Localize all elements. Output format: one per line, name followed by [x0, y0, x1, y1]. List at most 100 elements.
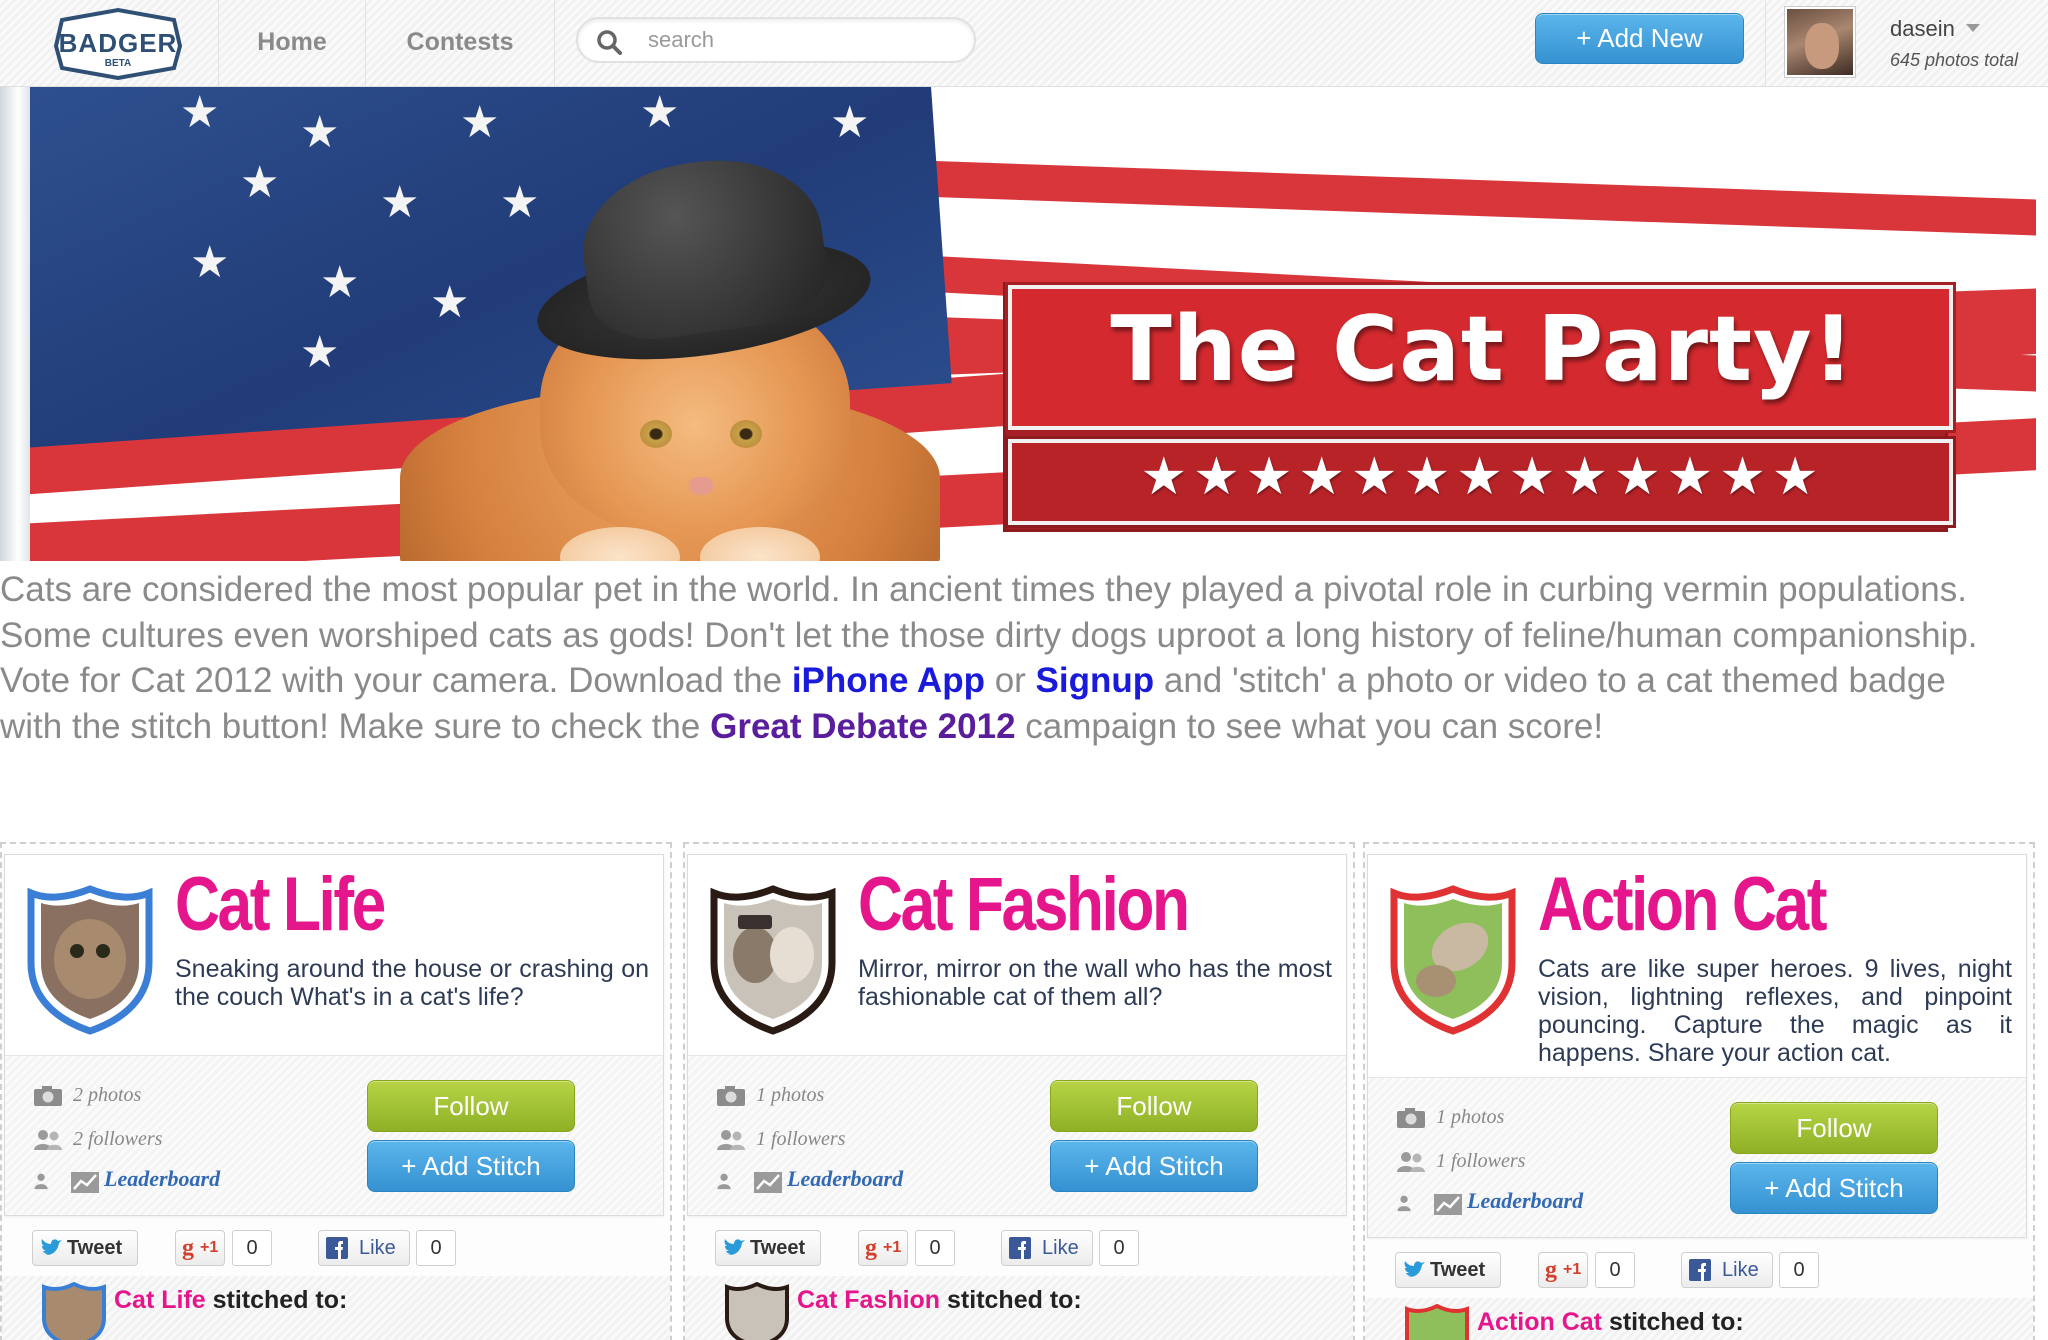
badger-logo[interactable]: BADGER BETA	[50, 6, 186, 82]
facebook-like-button[interactable]: Like	[318, 1230, 410, 1266]
tweet-label: Tweet	[1430, 1259, 1486, 1281]
search-input[interactable]	[648, 25, 948, 55]
facebook-like-button[interactable]: Like	[1681, 1252, 1773, 1288]
stitched-badge-name[interactable]: Action Cat	[1477, 1308, 1602, 1336]
flag-star-icon: ★	[180, 88, 220, 137]
chart-icon	[71, 1172, 99, 1194]
search-box[interactable]	[576, 17, 976, 63]
facebook-like-count: 0	[1779, 1252, 1819, 1288]
user-avatar[interactable]	[1785, 7, 1855, 77]
badge-card-column: Cat Life Sneaking around the house or cr…	[0, 842, 672, 1340]
avatar-face	[1805, 23, 1839, 69]
leaderboard-link[interactable]: Leaderboard	[787, 1166, 903, 1191]
badge-card: Cat Life Sneaking around the house or cr…	[4, 854, 664, 1216]
stitched-to-row: Cat Fashion stitched to:	[685, 1276, 1353, 1340]
followers-count-text: 2 followers	[73, 1128, 163, 1150]
follow-button[interactable]: Follow	[1050, 1080, 1258, 1132]
card-title[interactable]: Cat Life	[175, 861, 386, 948]
google-plus-icon: g	[865, 1235, 877, 1261]
cat-fashion-thumbnail-icon[interactable]	[725, 1282, 789, 1340]
followers-count: 2 followers	[33, 1128, 162, 1151]
google-plus-button[interactable]: g +1	[1538, 1252, 1588, 1288]
logo-text: BADGER	[58, 28, 178, 58]
tweet-button[interactable]: Tweet	[32, 1230, 138, 1266]
camera-icon	[717, 1086, 745, 1107]
card-title[interactable]: Action Cat	[1538, 861, 1827, 948]
stitched-suffix: stitched to:	[940, 1286, 1082, 1314]
leaderboard-link[interactable]: Leaderboard	[1467, 1188, 1583, 1213]
twitter-bird-icon	[41, 1239, 62, 1255]
stitched-suffix: stitched to:	[1602, 1308, 1744, 1336]
contest-banner: ★ ★ ★ ★ ★ ★ ★ ★ ★ ★ ★ ★ The Cat Party! ★…	[0, 87, 2036, 561]
photos-total: 645 photos total	[1890, 50, 2019, 70]
badge-card-column: Cat Fashion Mirror, mirror on the wall w…	[683, 842, 1355, 1340]
google-plus-count: 0	[232, 1230, 272, 1266]
great-debate-link[interactable]: Great Debate 2012	[710, 707, 1015, 746]
action-cat-badge-icon[interactable]	[1390, 885, 1516, 1035]
flag-star-icon: ★	[460, 98, 500, 147]
google-plus-label: +1	[1563, 1261, 1582, 1278]
stitched-badge-name[interactable]: Cat Fashion	[797, 1286, 940, 1314]
chart-icon	[1434, 1194, 1462, 1216]
leaderboard-link[interactable]: Leaderboard	[104, 1166, 220, 1191]
people-icon	[717, 1130, 745, 1151]
cat-life-thumbnail-icon[interactable]	[42, 1282, 106, 1340]
nav-contests[interactable]: Contests	[365, 0, 555, 87]
photos-count: 2 photos	[33, 1084, 141, 1107]
stitched-to-text: Cat Life stitched to:	[114, 1286, 347, 1315]
tweet-button[interactable]: Tweet	[715, 1230, 821, 1266]
like-label: Like	[359, 1237, 396, 1259]
iphone-app-link[interactable]: iPhone App	[792, 661, 985, 700]
leaderboard-row: Leaderboard	[33, 1166, 220, 1194]
badge-card: Cat Fashion Mirror, mirror on the wall w…	[687, 854, 1347, 1216]
camera-icon	[1397, 1108, 1425, 1129]
username[interactable]: dasein	[1890, 16, 1955, 42]
badge-card: Action Cat Cats are like super heroes. 9…	[1367, 854, 2027, 1238]
people-icon	[34, 1130, 62, 1151]
add-stitch-button[interactable]: + Add Stitch	[367, 1140, 575, 1192]
flag-star-icon: ★	[380, 178, 420, 227]
add-stitch-button[interactable]: + Add Stitch	[1050, 1140, 1258, 1192]
camera-icon	[34, 1086, 62, 1107]
like-label: Like	[1722, 1259, 1759, 1281]
tweet-label: Tweet	[67, 1237, 123, 1259]
stitched-to-row: Action Cat stitched to:	[1365, 1298, 2033, 1340]
follow-button[interactable]: Follow	[367, 1080, 575, 1132]
google-plus-button[interactable]: g +1	[175, 1230, 225, 1266]
google-plus-label: +1	[883, 1239, 902, 1256]
add-new-button[interactable]: + Add New	[1535, 13, 1744, 64]
facebook-like-button[interactable]: Like	[1001, 1230, 1093, 1266]
photos-count: 1 photos	[716, 1084, 824, 1107]
flag-star-icon: ★	[320, 258, 360, 307]
description-text: or	[984, 661, 1036, 700]
google-plus-button[interactable]: g +1	[858, 1230, 908, 1266]
signup-link[interactable]: Signup	[1036, 661, 1155, 700]
google-plus-count: 0	[1595, 1252, 1635, 1288]
stitched-badge-name[interactable]: Cat Life	[114, 1286, 206, 1314]
twitter-bird-icon	[1404, 1261, 1425, 1277]
flag-star-icon: ★	[300, 108, 340, 157]
user-divider	[1765, 0, 1766, 87]
follow-button[interactable]: Follow	[1730, 1102, 1938, 1154]
followers-count: 1 followers	[716, 1128, 845, 1151]
person-icon	[34, 1174, 48, 1190]
followers-count-text: 1 followers	[1436, 1150, 1526, 1172]
tweet-button[interactable]: Tweet	[1395, 1252, 1501, 1288]
facebook-like-count: 0	[1099, 1230, 1139, 1266]
person-icon	[717, 1174, 731, 1190]
flag-star-icon: ★	[640, 88, 680, 137]
share-buttons: Tweet g +1 0 Like 0	[715, 1230, 1355, 1270]
action-cat-thumbnail-icon[interactable]	[1405, 1304, 1469, 1340]
like-label: Like	[1042, 1237, 1079, 1259]
card-description: Mirror, mirror on the wall who has the m…	[858, 955, 1332, 1011]
card-title[interactable]: Cat Fashion	[858, 861, 1190, 948]
share-buttons: Tweet g +1 0 Like 0	[32, 1230, 672, 1270]
nav-home[interactable]: Home	[218, 0, 365, 87]
cat-life-badge-icon[interactable]	[27, 885, 153, 1035]
add-stitch-button[interactable]: + Add Stitch	[1730, 1162, 1938, 1214]
cat-fashion-badge-icon[interactable]	[710, 885, 836, 1035]
flag-star-icon: ★	[240, 158, 280, 207]
person-icon	[1397, 1196, 1411, 1212]
people-icon	[1397, 1152, 1425, 1173]
chevron-down-icon[interactable]	[1966, 24, 1980, 32]
